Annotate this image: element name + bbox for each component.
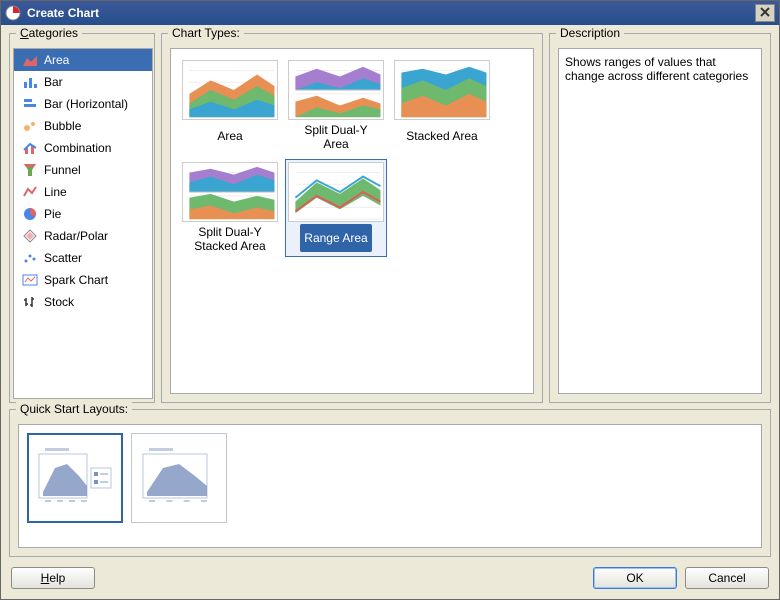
- category-label: Scatter: [44, 251, 82, 265]
- category-item-pie[interactable]: Pie: [14, 203, 152, 225]
- funnel-icon: [22, 162, 38, 178]
- ok-button[interactable]: OK: [593, 567, 677, 589]
- category-item-radar-polar[interactable]: Radar/Polar: [14, 225, 152, 247]
- category-item-bar[interactable]: Bar: [14, 71, 152, 93]
- bubble-icon: [22, 118, 38, 134]
- description-legend: Description: [556, 26, 624, 40]
- categories-fieldset: Categories AreaBarBar (Horizontal)Bubble…: [9, 33, 155, 403]
- chart-type-label: Split Dual-Y Stacked Area: [182, 224, 278, 254]
- categories-legend: Categories: [16, 26, 82, 40]
- quick-start-legend: Quick Start Layouts:: [16, 402, 132, 416]
- description-fieldset: Description Shows ranges of values that …: [549, 33, 771, 403]
- button-bar: Help OK Cancel: [1, 565, 779, 599]
- category-item-spark-chart[interactable]: Spark Chart: [14, 269, 152, 291]
- app-icon: [5, 5, 21, 21]
- spark-icon: [22, 272, 38, 288]
- category-label: Line: [44, 185, 67, 199]
- close-button[interactable]: [755, 4, 775, 22]
- quick-start-layout-2[interactable]: [131, 433, 227, 523]
- categories-list: Area Bar Bar (Horizontal) Bubble Combination…: [14, 49, 152, 313]
- category-label: Bubble: [44, 119, 81, 133]
- chart-type-split-dual-y-area[interactable]: Split Dual-Y Area: [285, 57, 387, 155]
- pie-icon: [22, 206, 38, 222]
- quick-start-body: [18, 424, 762, 548]
- category-label: Spark Chart: [44, 273, 108, 287]
- chart-type-label: Range Area: [300, 224, 371, 252]
- chart-type-label: Area: [213, 122, 246, 150]
- category-label: Bar: [44, 75, 63, 89]
- chart-type-split-dual-y-stacked-area[interactable]: Split Dual-Y Stacked Area: [179, 159, 281, 257]
- category-label: Stock: [44, 295, 74, 309]
- category-item-bubble[interactable]: Bubble: [14, 115, 152, 137]
- upper-row: Categories AreaBarBar (Horizontal)Bubble…: [9, 33, 771, 403]
- category-label: Bar (Horizontal): [44, 97, 128, 111]
- category-item-scatter[interactable]: Scatter: [14, 247, 152, 269]
- quick-start-fieldset: Quick Start Layouts:: [9, 409, 771, 557]
- category-label: Combination: [44, 141, 111, 155]
- categories-legend-text: ategories: [29, 26, 78, 40]
- create-chart-dialog: Create Chart Categories Area Bar Bar (Hori…: [0, 0, 780, 600]
- category-label: Area: [44, 53, 69, 67]
- category-item-area[interactable]: Area: [14, 49, 152, 71]
- cancel-button[interactable]: Cancel: [685, 567, 769, 589]
- combo-icon: [22, 140, 38, 156]
- chart-type-area[interactable]: Area: [179, 57, 281, 155]
- chart-type-range-area[interactable]: Range Area: [285, 159, 387, 257]
- line-icon: [22, 184, 38, 200]
- area-icon: [22, 52, 38, 68]
- category-label: Pie: [44, 207, 61, 221]
- description-body: Shows ranges of values that change acros…: [558, 48, 762, 394]
- category-label: Funnel: [44, 163, 81, 177]
- hbar-icon: [22, 96, 38, 112]
- chart-types-body: Area Split Dual-Y Area Stacked Area Split D…: [170, 48, 534, 394]
- category-label: Radar/Polar: [44, 229, 108, 243]
- dialog-title: Create Chart: [27, 6, 99, 20]
- category-item-combination[interactable]: Combination: [14, 137, 152, 159]
- quick-start-layout-1[interactable]: [27, 433, 123, 523]
- close-icon: [760, 6, 770, 20]
- category-item-line[interactable]: Line: [14, 181, 152, 203]
- radar-icon: [22, 228, 38, 244]
- title-bar: Create Chart: [1, 1, 779, 25]
- category-item-funnel[interactable]: Funnel: [14, 159, 152, 181]
- chart-type-label: Stacked Area: [402, 122, 481, 150]
- dialog-content: Categories Area Bar Bar (Horizontal) Bubble…: [1, 25, 779, 565]
- categories-list-container: Area Bar Bar (Horizontal) Bubble Combination…: [13, 48, 153, 399]
- chart-type-stacked-area[interactable]: Stacked Area: [391, 57, 493, 155]
- help-button[interactable]: Help: [11, 567, 95, 589]
- chart-type-label: Split Dual-Y Area: [288, 122, 384, 152]
- stock-icon: [22, 294, 38, 310]
- bar-icon: [22, 74, 38, 90]
- chart-types-legend: Chart Types:: [168, 26, 244, 40]
- scatter-icon: [22, 250, 38, 266]
- category-item-stock[interactable]: Stock: [14, 291, 152, 313]
- description-text: Shows ranges of values that change acros…: [565, 55, 748, 83]
- chart-types-grid: Area Split Dual-Y Area Stacked Area Split D…: [179, 57, 525, 257]
- category-item-bar-horizontal-[interactable]: Bar (Horizontal): [14, 93, 152, 115]
- chart-types-fieldset: Chart Types: AreaSplit Dual-Y AreaStacke…: [161, 33, 543, 403]
